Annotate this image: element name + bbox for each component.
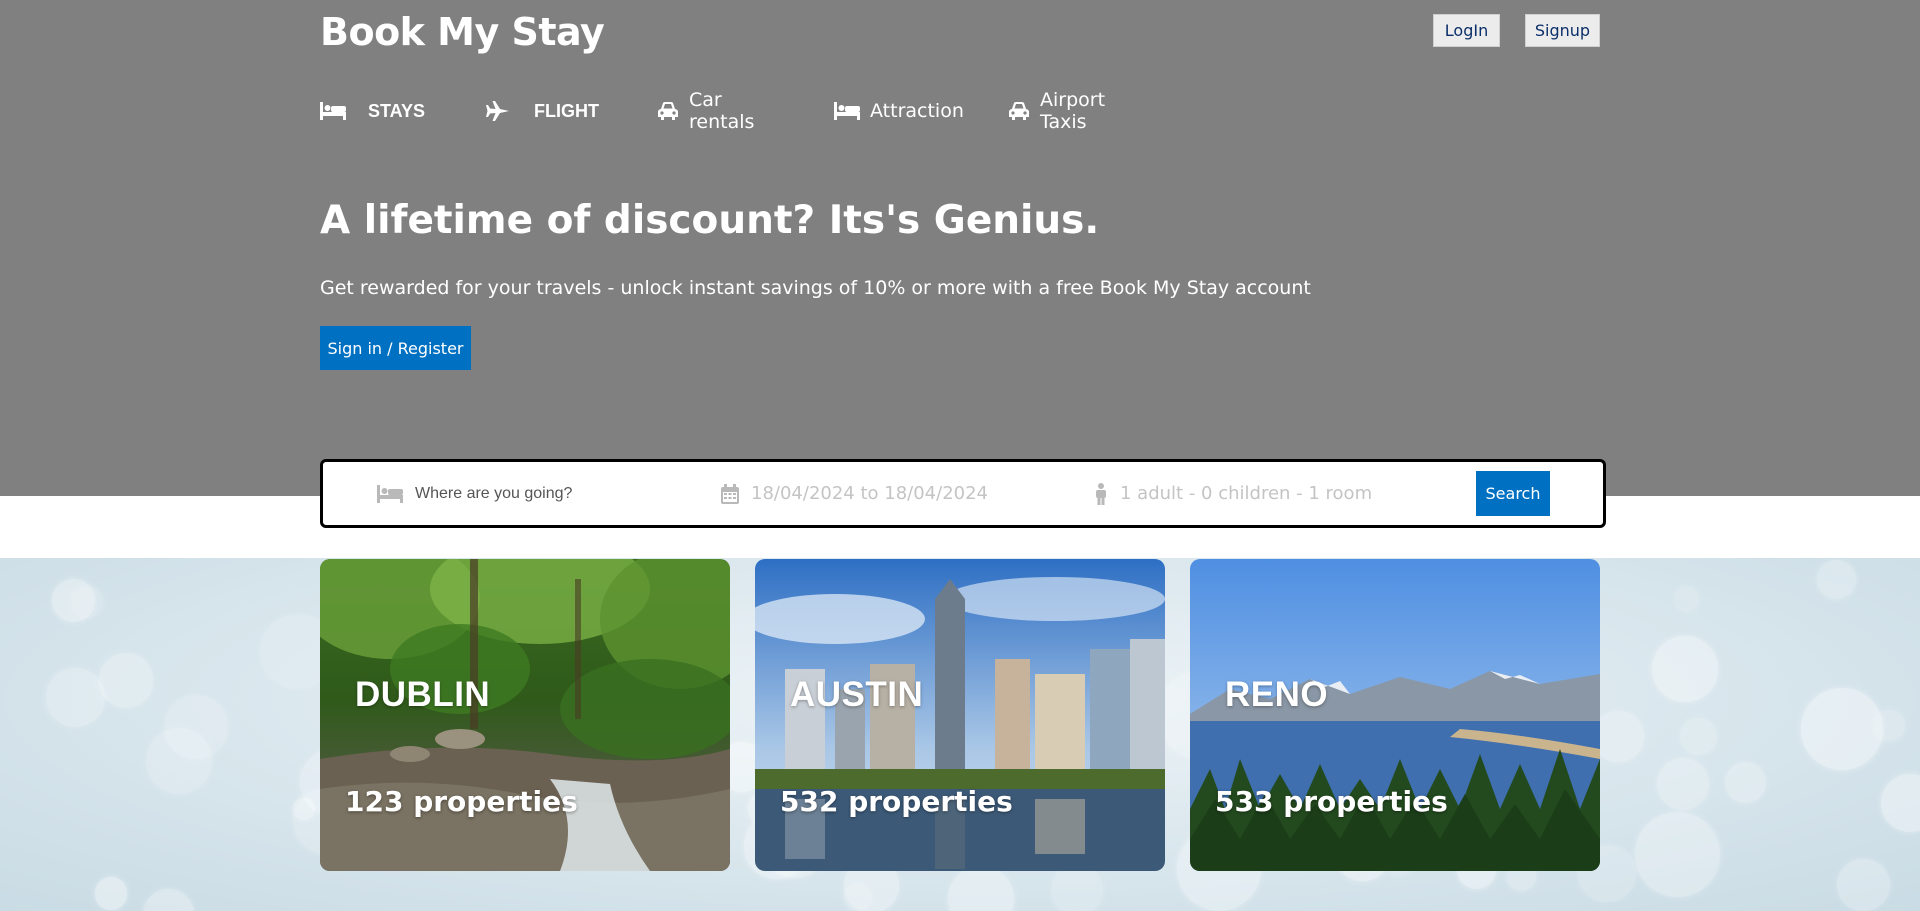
bokeh-circle (1817, 560, 1856, 600)
guests-field[interactable]: 1 adult - 0 children - 1 room (1094, 462, 1372, 525)
city-card-reno[interactable]: RENO 533 properties (1190, 559, 1600, 871)
date-range-field[interactable]: 18/04/2024 to 18/04/2024 (721, 462, 988, 525)
signup-button[interactable]: Signup (1525, 14, 1600, 47)
destination-input[interactable] (415, 484, 705, 503)
nav-label: Car rentals (689, 89, 755, 133)
hero-subtitle: Get rewarded for your travels - unlock i… (320, 277, 1311, 299)
bokeh-circle (1801, 687, 1884, 771)
bokeh-circle (95, 877, 128, 910)
nav-label: FLIGHT (534, 100, 599, 121)
property-count: 533 properties (1215, 785, 1448, 818)
calendar-icon (721, 483, 739, 504)
taxi-icon (1008, 100, 1030, 122)
bokeh-circle (1880, 773, 1920, 833)
property-count: 532 properties (780, 785, 1013, 818)
date-range-text: 18/04/2024 to 18/04/2024 (751, 483, 989, 504)
bokeh-circle (1657, 757, 1710, 810)
person-icon (1094, 482, 1108, 505)
nav-label: Airport Taxis (1040, 89, 1106, 133)
nav-item-car-rentals[interactable]: Car rentals (657, 89, 758, 133)
guests-text: 1 adult - 0 children - 1 room (1120, 483, 1373, 504)
nav-item-attraction[interactable]: Attraction (834, 93, 964, 129)
city-card-dublin[interactable]: DUBLIN 123 properties (320, 559, 730, 871)
reno-photo (1190, 559, 1600, 871)
search-bar: 18/04/2024 to 18/04/2024 1 adult - 0 chi… (320, 459, 1606, 528)
austin-photo (755, 559, 1165, 871)
city-card-austin[interactable]: AUSTIN 532 properties (755, 559, 1165, 871)
bokeh-circle (1652, 636, 1719, 703)
nav-item-airport-taxis[interactable]: Airport Taxis (1008, 89, 1109, 133)
search-button[interactable]: Search (1476, 471, 1550, 516)
hero-title: A lifetime of discount? Its's Genius. (320, 198, 1100, 243)
plane-icon (486, 100, 512, 122)
bokeh-circle (947, 866, 1015, 911)
sign-in-register-button[interactable]: Sign in / Register (320, 326, 471, 370)
bokeh-circle (143, 888, 195, 911)
property-count: 123 properties (345, 785, 578, 818)
destination-field[interactable] (377, 462, 705, 525)
bokeh-circle (98, 653, 154, 708)
bokeh-circle (1634, 812, 1720, 897)
brand-logo[interactable]: Book My Stay (320, 10, 605, 54)
bokeh-circle (1724, 761, 1766, 804)
bokeh-circle (1593, 711, 1644, 762)
bokeh-circle (1679, 718, 1717, 755)
nav-item-stays[interactable]: STAYS (320, 93, 425, 129)
city-name: RENO (1225, 675, 1329, 714)
bokeh-circle (164, 695, 228, 759)
nav-label: STAYS (368, 100, 426, 121)
bokeh-circle (52, 578, 96, 622)
nav-label: Attraction (870, 100, 964, 122)
bed-icon (834, 100, 860, 122)
city-name: DUBLIN (355, 675, 491, 714)
nav-item-flight[interactable]: FLIGHT (486, 93, 599, 129)
bokeh-circle (1051, 864, 1104, 911)
city-name: AUSTIN (790, 675, 924, 714)
login-button[interactable]: LogIn (1433, 14, 1500, 47)
car-icon (657, 100, 679, 122)
bed-icon (377, 484, 403, 503)
bed-icon (320, 100, 346, 122)
bokeh-circle (45, 668, 105, 727)
bokeh-circle (1674, 586, 1700, 612)
dublin-photo (320, 559, 730, 871)
hero-header: Book My Stay LogIn Signup STAYS FLIGHT C… (0, 0, 1920, 496)
bokeh-circle (1837, 859, 1890, 911)
